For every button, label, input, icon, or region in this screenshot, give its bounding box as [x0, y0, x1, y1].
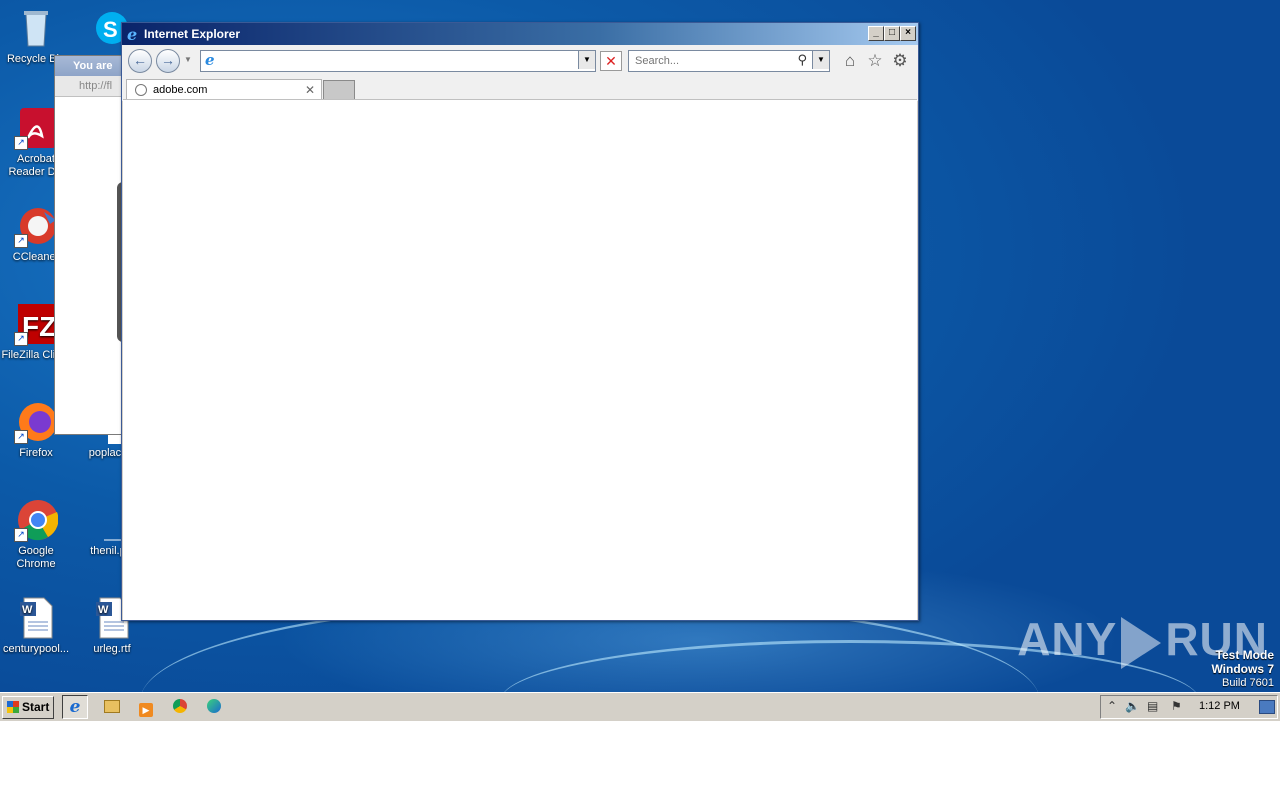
- stop-button[interactable]: ✕: [600, 51, 622, 71]
- windows-logo-icon: [7, 701, 19, 713]
- start-label: Start: [22, 700, 50, 714]
- window-titlebar[interactable]: e Internet Explorer _ □ ×: [122, 23, 918, 45]
- home-icon[interactable]: ⌂: [840, 51, 860, 71]
- windows-version-line: Windows 7: [1211, 662, 1274, 676]
- minimize-button[interactable]: _: [868, 26, 884, 41]
- background-window-url: http://fl: [79, 80, 113, 92]
- network-icon[interactable]: ▤: [1147, 699, 1158, 713]
- search-box[interactable]: ⚲ ▼: [628, 50, 830, 72]
- shortcut-arrow-icon: ↗: [14, 136, 28, 150]
- back-button[interactable]: ←: [128, 49, 152, 73]
- play-logo-icon: [1121, 616, 1162, 669]
- show-desktop-icon[interactable]: [1259, 700, 1275, 714]
- history-dropdown-icon[interactable]: ▼: [184, 55, 192, 64]
- desktop-icon-label: Firefox: [19, 447, 53, 459]
- taskbar-explorer[interactable]: [100, 695, 124, 717]
- test-mode-line: Test Mode: [1215, 648, 1274, 662]
- test-mode-notice: Test Mode Windows 7 Build 7601: [1211, 648, 1274, 690]
- system-tray: ⌃ 🔈 ▤ ⚑ 1:12 PM: [1100, 695, 1278, 719]
- forward-arrow-icon: →: [161, 52, 175, 68]
- volume-icon[interactable]: 🔈: [1125, 699, 1140, 713]
- search-dropdown-button[interactable]: ▼: [812, 51, 829, 69]
- address-bar[interactable]: e ▼: [200, 50, 596, 72]
- tools-gear-icon[interactable]: ⚙: [890, 51, 910, 71]
- navigation-bar: ← → ▼ e ▼ ✕ ⚲ ▼ ⌂ ☆ ⚙: [122, 45, 918, 77]
- ie-logo-icon: e: [69, 697, 81, 717]
- shortcut-arrow-icon: ↗: [14, 430, 28, 444]
- forward-button[interactable]: →: [156, 49, 180, 73]
- svg-text:e: e: [127, 26, 137, 42]
- desktop-icon-chrome[interactable]: ↗ Google Chrome: [0, 498, 72, 571]
- filezilla-icon: FZ ↗: [14, 302, 58, 346]
- taskbar: Start e ▶ ⌃ 🔈 ▤ ⚑ 1:12 PM: [0, 692, 1280, 721]
- taskbar-chrome[interactable]: [168, 695, 192, 717]
- address-dropdown-button[interactable]: ▼: [578, 51, 595, 69]
- show-hidden-icons-icon[interactable]: ⌃: [1107, 699, 1117, 713]
- folder-icon: [104, 700, 120, 713]
- desktop-icon-label: Google Chrome: [16, 545, 56, 570]
- search-input[interactable]: [633, 52, 795, 70]
- svg-text:e: e: [205, 51, 215, 69]
- svg-text:S: S: [103, 17, 118, 42]
- ccleaner-icon: ↗: [14, 204, 58, 248]
- close-button[interactable]: ×: [900, 26, 916, 41]
- internet-explorer-window[interactable]: e Internet Explorer _ □ × ← → ▼ e ▼ ✕ ⚲ …: [121, 22, 919, 621]
- svg-text:W: W: [98, 604, 109, 616]
- build-line: Build 7601: [1222, 677, 1274, 689]
- page-content[interactable]: [123, 99, 917, 620]
- taskbar-media-player[interactable]: ▶: [134, 695, 158, 717]
- word-document-icon: W: [14, 596, 58, 640]
- edge-icon: [207, 699, 221, 713]
- tab-adobe[interactable]: adobe.com ✕: [126, 79, 322, 100]
- tab-bar: adobe.com ✕: [122, 77, 918, 101]
- desktop-icon-label: centurypool...: [2, 643, 70, 655]
- new-tab-button[interactable]: [323, 80, 355, 101]
- search-icon[interactable]: ⚲: [797, 52, 807, 68]
- svg-text:W: W: [22, 604, 33, 616]
- media-player-icon: ▶: [139, 703, 153, 717]
- firefox-icon: ↗: [14, 400, 58, 444]
- back-arrow-icon: ←: [133, 52, 147, 68]
- page-ie-icon: e: [204, 51, 220, 72]
- tab-close-icon[interactable]: ✕: [305, 83, 315, 97]
- background-window-title: You are: [73, 60, 113, 72]
- acrobat-reader-icon: ↗: [14, 106, 58, 150]
- stop-x-icon: ✕: [605, 53, 617, 69]
- chrome-icon: ↗: [14, 498, 59, 542]
- shortcut-arrow-icon: ↗: [14, 528, 28, 542]
- tab-label: adobe.com: [153, 84, 208, 96]
- watermark-text-left: ANY: [1017, 613, 1118, 665]
- ie-logo-icon: e: [126, 25, 142, 45]
- shortcut-arrow-icon: ↗: [14, 332, 28, 346]
- desktop-icon-label: urleg.rtf: [93, 643, 131, 655]
- recycle-bin-icon: [14, 6, 58, 50]
- address-input[interactable]: [223, 52, 573, 70]
- window-title: Internet Explorer: [144, 27, 241, 41]
- loading-spinner-icon: [135, 84, 147, 96]
- favorites-star-icon[interactable]: ☆: [865, 51, 885, 71]
- desktop-icon-centurypool[interactable]: W centurypool...: [0, 596, 72, 656]
- taskbar-internet-explorer[interactable]: e: [62, 695, 88, 719]
- action-center-flag-icon[interactable]: ⚑: [1171, 699, 1182, 713]
- taskbar-clock[interactable]: 1:12 PM: [1199, 700, 1240, 712]
- start-button[interactable]: Start: [2, 696, 54, 719]
- shortcut-arrow-icon: ↗: [14, 234, 28, 248]
- taskbar-edge[interactable]: [202, 695, 226, 717]
- chrome-icon: [173, 699, 187, 713]
- maximize-button[interactable]: □: [884, 26, 900, 41]
